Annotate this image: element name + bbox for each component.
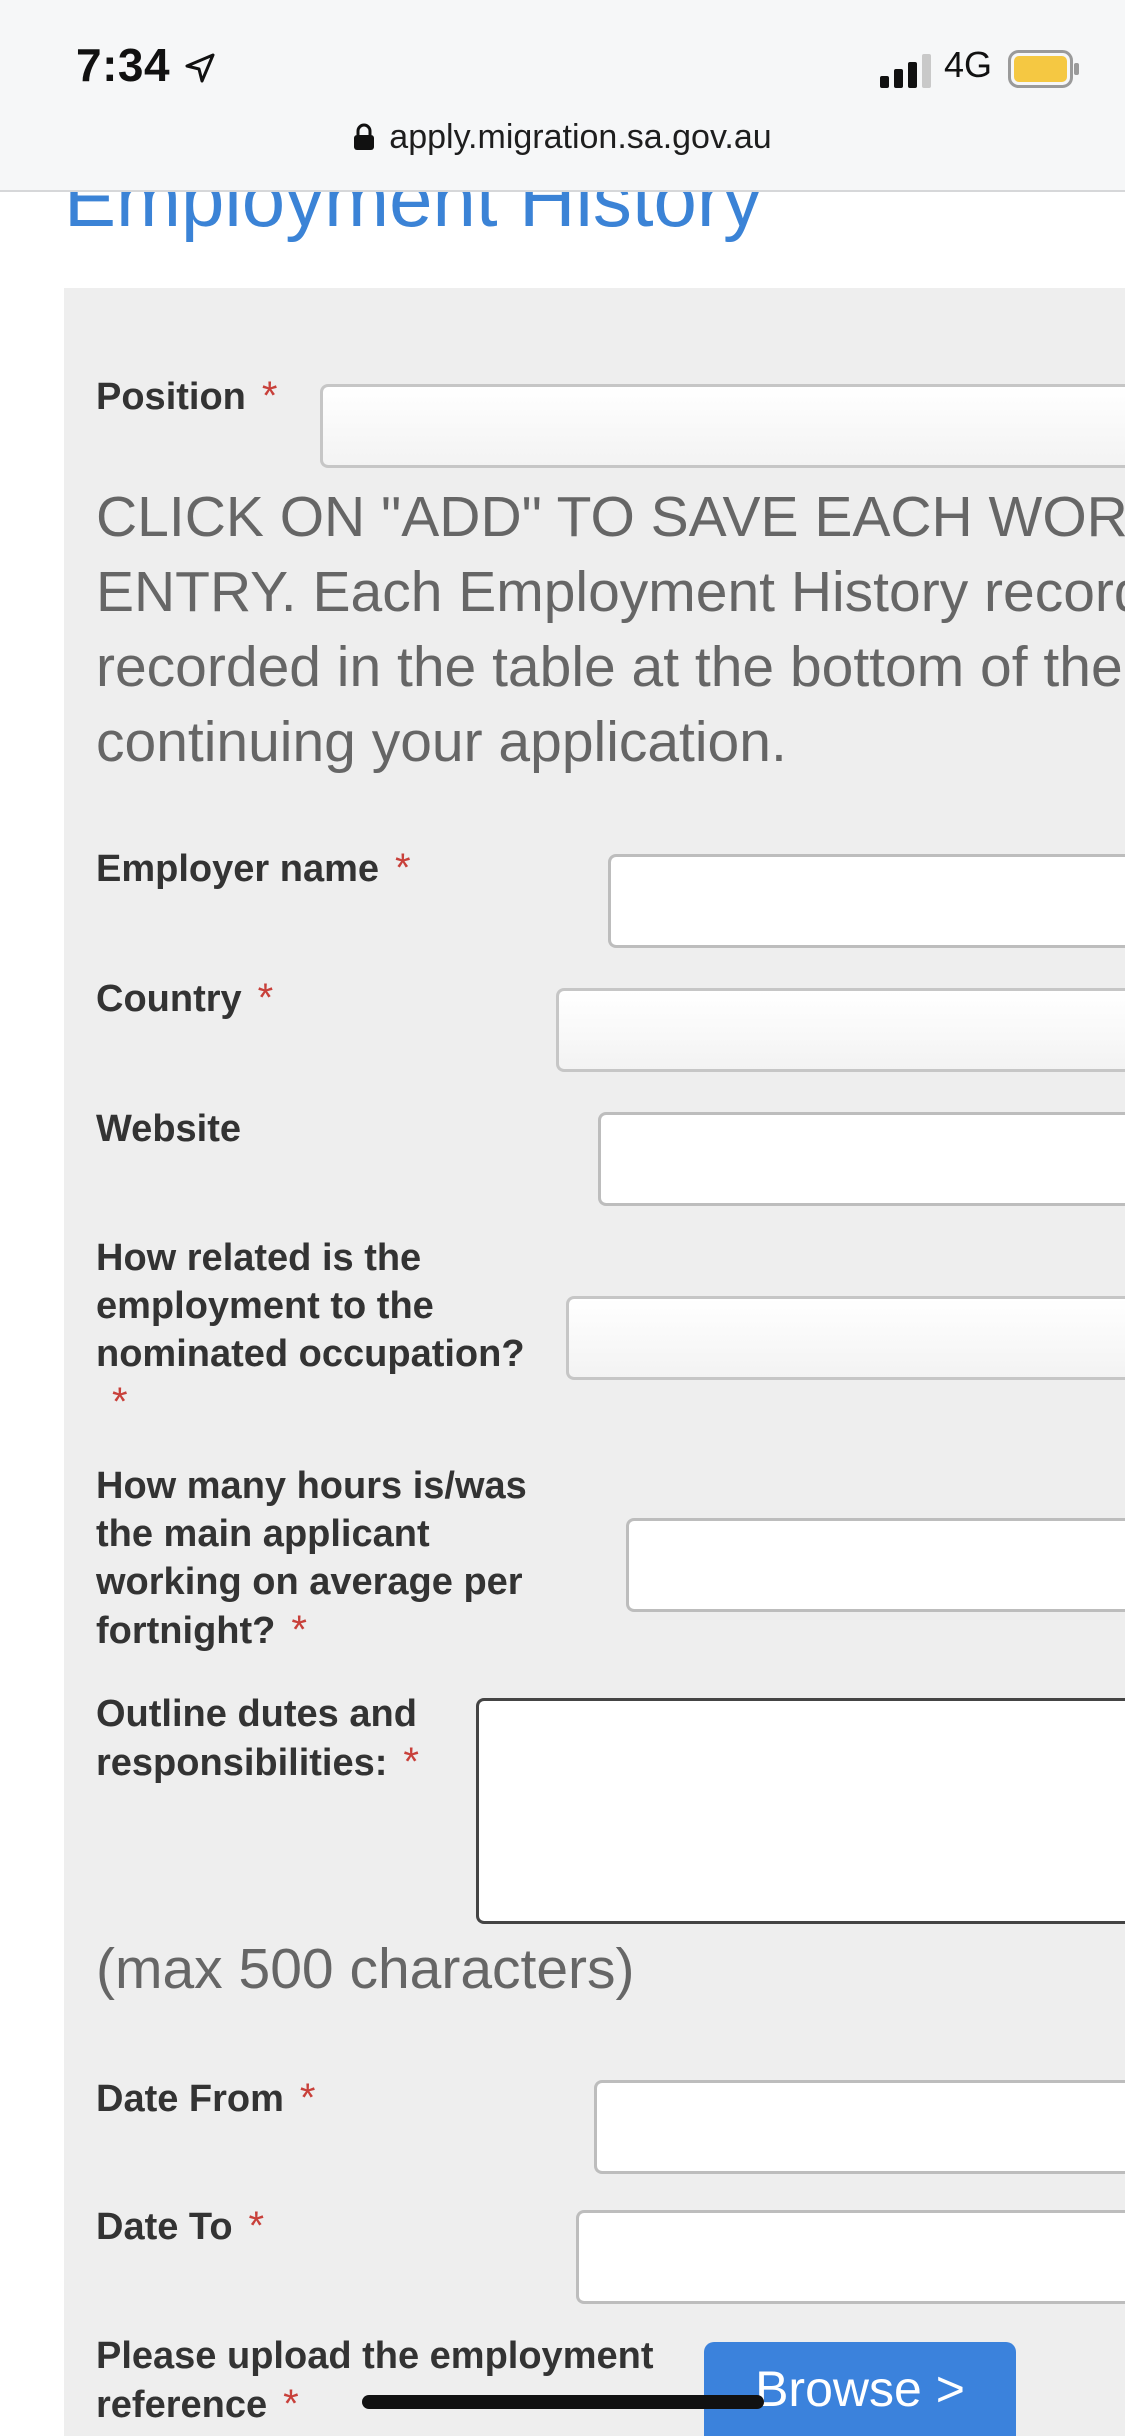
lock-icon: [354, 123, 375, 150]
home-indicator[interactable]: [362, 2395, 764, 2409]
required-marker: *: [261, 374, 278, 418]
employer-name-field[interactable]: [608, 854, 1125, 948]
duties-label: Outline dutes and responsibilities: *: [96, 1693, 419, 1784]
max-characters-hint: (max 500 characters): [96, 1937, 635, 2001]
relation-select[interactable]: [566, 1296, 1125, 1380]
date-to-field[interactable]: [576, 2210, 1125, 2304]
date-from-field[interactable]: [594, 2080, 1125, 2174]
website-field[interactable]: [598, 1112, 1125, 1206]
network-type: 4G: [944, 44, 993, 85]
hours-field[interactable]: [626, 1518, 1125, 1612]
required-marker: *: [395, 846, 411, 890]
country-select[interactable]: [556, 988, 1125, 1072]
upload-label: Please upload the employment reference *: [96, 2335, 654, 2426]
employer-name-label: Employer name *: [96, 846, 411, 890]
signal-bars-icon: [880, 54, 931, 88]
browser-chrome: 7:34 4G apply.migration.sa.gov.au: [0, 0, 1125, 192]
date-to-label: Date To *: [96, 2204, 265, 2248]
position-label: Position *: [96, 374, 278, 418]
duties-textarea[interactable]: [476, 1698, 1125, 1924]
date-from-label: Date From *: [96, 2076, 316, 2120]
battery-icon: [1008, 50, 1079, 88]
required-marker: *: [248, 2204, 265, 2248]
hours-label: How many hours is/was the main applicant…: [96, 1465, 527, 1652]
country-label: Country *: [96, 976, 274, 1020]
relation-label: How related is the employment to the nom…: [96, 1237, 525, 1424]
url-text: apply.migration.sa.gov.au: [389, 118, 772, 156]
location-arrow-icon: [185, 53, 215, 83]
required-marker: *: [283, 2382, 299, 2426]
required-marker: *: [403, 1740, 419, 1784]
browse-button[interactable]: Browse >: [704, 2342, 1016, 2436]
required-marker: *: [112, 1380, 128, 1424]
save-entry-notice: CLICK ON "ADD" TO SAVE EACH WORK ENTRY. …: [96, 485, 1125, 774]
required-marker: *: [291, 1608, 307, 1652]
status-time: 7:34: [76, 39, 171, 91]
url-bar[interactable]: apply.migration.sa.gov.au: [0, 118, 1125, 157]
required-marker: *: [299, 2076, 316, 2120]
position-field[interactable]: [320, 384, 1125, 468]
required-marker: *: [257, 976, 274, 1020]
website-label: Website: [96, 1108, 242, 1150]
